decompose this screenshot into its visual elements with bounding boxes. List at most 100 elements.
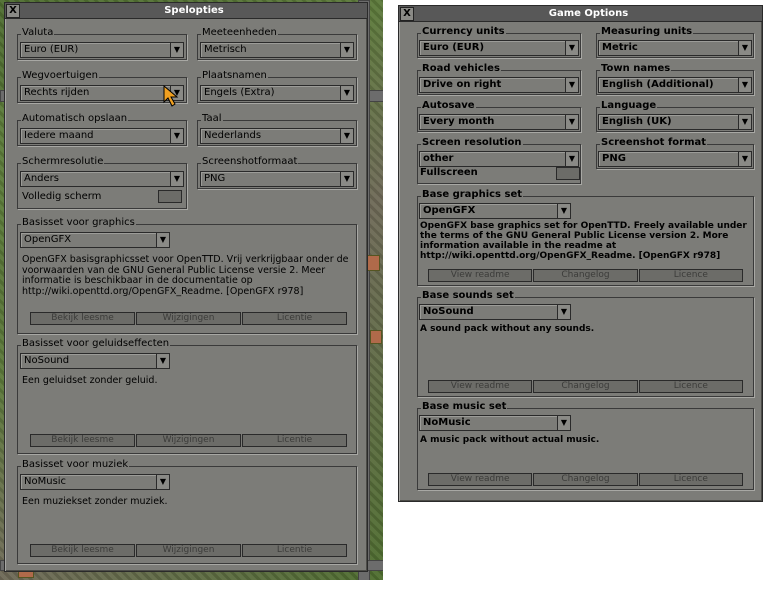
view-readme-button[interactable]: View readme [428,473,533,486]
screenshot-format-label: Screenshot format [600,137,708,149]
graphics-set-value: OpenGFX [24,234,72,245]
autosave-group: Autosave Every month ▼ [417,100,581,132]
view-readme-button[interactable]: Bekijk leesme [30,312,135,325]
dropdown-arrow-icon[interactable]: ▼ [340,172,353,186]
fullscreen-label: Volledig scherm [22,191,102,202]
measuring-group: Meeteenheden Metrisch ▼ [197,27,357,60]
window-title: Game Options [548,8,629,19]
measuring-dropdown[interactable]: Metric ▼ [598,40,752,56]
town-names-group: Plaatsnamen Engels (Extra) ▼ [197,70,357,103]
language-label: Taal [201,113,223,125]
town-names-dropdown[interactable]: English (Additional) ▼ [598,77,752,93]
language-label: Language [600,100,658,112]
autosave-label: Autosave [421,100,476,112]
graphics-set-dropdown[interactable]: OpenGFX ▼ [419,203,571,219]
dropdown-arrow-icon[interactable]: ▼ [170,129,183,143]
road-vehicles-dropdown[interactable]: Rechts rijden ▼ [20,85,184,101]
title-bar[interactable]: X Spelopties [5,3,367,19]
sounds-set-dropdown[interactable]: NoSound ▼ [419,304,571,320]
licence-button[interactable]: Licence [638,269,743,282]
dropdown-arrow-icon[interactable]: ▼ [156,233,169,247]
road-vehicles-label: Wegvoertuigen [21,70,99,82]
music-set-dropdown[interactable]: NoMusic ▼ [20,474,170,490]
changelog-button[interactable]: Changelog [533,473,638,486]
dropdown-arrow-icon[interactable]: ▼ [738,152,751,166]
dropdown-arrow-icon[interactable]: ▼ [156,475,169,489]
view-readme-button[interactable]: Bekijk leesme [30,544,135,557]
changelog-button[interactable]: Wijzigingen [136,544,241,557]
game-options-window-nl: X Spelopties Valuta Euro (EUR) ▼ Meeteen… [4,2,368,572]
dropdown-arrow-icon[interactable]: ▼ [557,204,570,218]
language-dropdown[interactable]: English (UK) ▼ [598,114,752,130]
changelog-button[interactable]: Changelog [533,380,638,393]
music-set-description: Een muziekset zonder muziek. [22,496,168,507]
resolution-value: Anders [24,173,59,184]
licence-button[interactable]: Licentie [242,312,347,325]
dropdown-arrow-icon[interactable]: ▼ [565,115,578,129]
resolution-dropdown[interactable]: other ▼ [419,151,579,167]
dropdown-arrow-icon[interactable]: ▼ [340,43,353,57]
music-set-value: NoMusic [24,476,67,487]
close-icon[interactable]: X [400,7,414,21]
resolution-dropdown[interactable]: Anders ▼ [20,171,184,187]
measuring-value: Metric [602,42,638,53]
graphics-set-dropdown[interactable]: OpenGFX ▼ [20,232,170,248]
dropdown-arrow-icon[interactable]: ▼ [738,115,751,129]
dropdown-arrow-icon[interactable]: ▼ [738,78,751,92]
currency-group: Currency units Euro (EUR) ▼ [417,26,581,58]
dropdown-arrow-icon[interactable]: ▼ [557,305,570,319]
town-names-value: Engels (Extra) [204,87,275,98]
licence-button[interactable]: Licentie [242,434,347,447]
dropdown-arrow-icon[interactable]: ▼ [565,41,578,55]
changelog-button[interactable]: Changelog [533,269,638,282]
view-readme-button[interactable]: Bekijk leesme [30,434,135,447]
dropdown-arrow-icon[interactable]: ▼ [738,41,751,55]
language-value: English (UK) [602,116,672,127]
view-readme-button[interactable]: View readme [428,380,533,393]
road-vehicles-dropdown[interactable]: Drive on right ▼ [419,77,579,93]
close-icon[interactable]: X [6,4,20,18]
fullscreen-checkbox[interactable] [158,190,182,203]
language-dropdown[interactable]: Nederlands ▼ [200,128,354,144]
dropdown-arrow-icon[interactable]: ▼ [170,172,183,186]
screenshot-format-dropdown[interactable]: PNG ▼ [598,151,752,167]
changelog-button[interactable]: Wijzigingen [136,434,241,447]
town-names-dropdown[interactable]: Engels (Extra) ▼ [200,85,354,101]
dropdown-arrow-icon[interactable]: ▼ [156,354,169,368]
view-readme-button[interactable]: View readme [428,269,533,282]
changelog-button[interactable]: Wijzigingen [136,312,241,325]
fullscreen-checkbox[interactable] [556,167,580,180]
graphics-set-group: Base graphics set OpenGFX ▼ OpenGFX base… [417,189,754,286]
dropdown-arrow-icon[interactable]: ▼ [557,416,570,430]
autosave-dropdown[interactable]: Iedere maand ▼ [20,128,184,144]
road-vehicles-value: Rechts rijden [24,87,90,98]
dropdown-arrow-icon[interactable]: ▼ [170,43,183,57]
licence-button[interactable]: Licence [638,380,743,393]
autosave-dropdown[interactable]: Every month ▼ [419,114,579,130]
screenshot-format-label: Screenshotformaat [201,156,299,168]
music-set-dropdown[interactable]: NoMusic ▼ [419,415,571,431]
licence-button[interactable]: Licentie [242,544,347,557]
screenshot-format-dropdown[interactable]: PNG ▼ [200,171,354,187]
language-value: Nederlands [204,130,262,141]
dropdown-arrow-icon[interactable]: ▼ [340,86,353,100]
sounds-set-group: Basisset voor geluidseffecten NoSound ▼ … [17,338,357,454]
dropdown-arrow-icon[interactable]: ▼ [565,152,578,166]
music-set-description: A music pack without actual music. [420,435,600,445]
currency-dropdown[interactable]: Euro (EUR) ▼ [419,40,579,56]
road-vehicles-value: Drive on right [423,79,502,90]
graphics-set-description: OpenGFX basisgraphicsset voor OpenTTD. V… [22,254,349,297]
title-bar[interactable]: X Game Options [399,6,762,22]
language-group: Taal Nederlands ▼ [197,113,357,146]
measuring-dropdown[interactable]: Metrisch ▼ [200,42,354,58]
currency-group: Valuta Euro (EUR) ▼ [17,27,187,60]
dropdown-arrow-icon[interactable]: ▼ [565,78,578,92]
currency-dropdown[interactable]: Euro (EUR) ▼ [20,42,184,58]
building [366,255,380,271]
licence-button[interactable]: Licence [638,473,743,486]
screenshot-format-group: Screenshot format PNG ▼ [596,137,754,169]
dropdown-arrow-icon[interactable]: ▼ [340,129,353,143]
town-names-label: Town names [600,63,672,75]
currency-value: Euro (EUR) [423,42,485,53]
sounds-set-dropdown[interactable]: NoSound ▼ [20,353,170,369]
